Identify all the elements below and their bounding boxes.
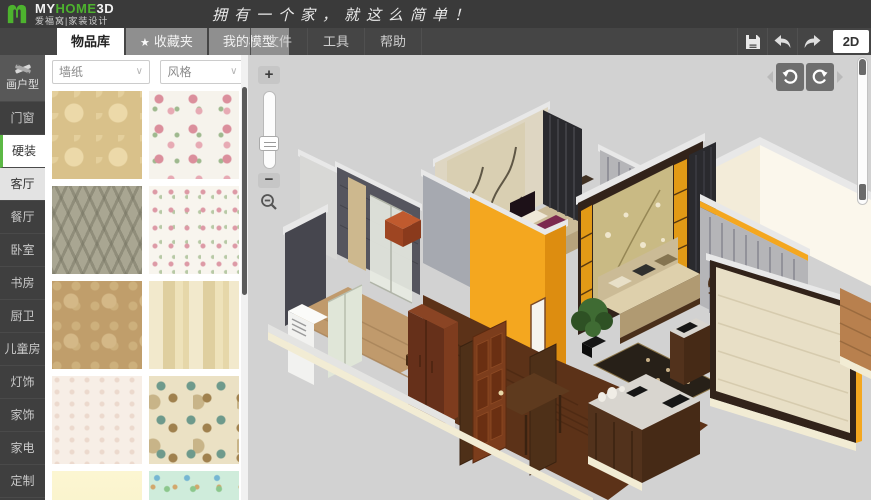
tab-item-library[interactable]: 物品库 bbox=[57, 28, 124, 55]
zoom-slider-track[interactable] bbox=[263, 91, 276, 169]
sidebar-item-书房[interactable]: 书房 bbox=[0, 267, 45, 300]
sidebar-item-定制[interactable]: 定制 bbox=[0, 465, 45, 498]
pan-right-arrow[interactable] bbox=[837, 71, 843, 83]
sidebar-item-label: 餐厅 bbox=[10, 210, 34, 224]
top-bar: MYHOME3D 爱福窝|家装设计 拥有一个家，就这么简单！ bbox=[0, 0, 871, 28]
sidebar-item-label: 家电 bbox=[10, 441, 34, 455]
redo-icon bbox=[804, 35, 821, 49]
sidebar-item-label: 儿童房 bbox=[4, 342, 40, 356]
sidebar-item-label: 卧室 bbox=[10, 243, 34, 257]
sidebar-item-硬装[interactable]: 硬装 bbox=[0, 135, 45, 168]
sidebar-item-label: 画户型 bbox=[6, 79, 39, 91]
draw-tools-icon bbox=[14, 61, 32, 77]
zoom-in-button[interactable]: + bbox=[258, 66, 280, 84]
save-icon bbox=[745, 34, 761, 50]
rotate-ccw-icon bbox=[781, 68, 799, 86]
menu-tools[interactable]: 工具 bbox=[308, 28, 365, 55]
sidebar-item-客厅[interactable]: 客厅 bbox=[0, 168, 45, 201]
menu-help[interactable]: 帮助 bbox=[365, 28, 422, 55]
sidebar-item-label: 书房 bbox=[10, 276, 34, 290]
viewport-3d[interactable]: + − bbox=[248, 55, 871, 500]
sidebar-item-厨卫[interactable]: 厨卫 bbox=[0, 300, 45, 333]
sidebar-item-家电[interactable]: 家电 bbox=[0, 432, 45, 465]
menu-items: 文件 工具 帮助 bbox=[250, 28, 422, 55]
chevron-down-icon: ∨ bbox=[230, 61, 237, 83]
zoom-lens-button[interactable] bbox=[258, 192, 280, 212]
star-icon: ★ bbox=[140, 37, 150, 49]
myhome3d-app: MYHOME3D 爱福窝|家装设计 拥有一个家，就这么简单！ 物品库 ★收藏夹 … bbox=[0, 0, 871, 500]
sidebar-item-label: 硬装 bbox=[12, 144, 36, 158]
menu-bar: 物品库 ★收藏夹 我的模型 文件 工具 帮助 bbox=[0, 28, 871, 55]
wallpaper-swatch-beige-damask[interactable] bbox=[52, 91, 142, 179]
sidebar-item-餐厅[interactable]: 餐厅 bbox=[0, 201, 45, 234]
zoom-controls: + − bbox=[258, 66, 288, 212]
slogan-text: 拥有一个家，就这么简单！ bbox=[212, 0, 476, 28]
filter-bar: 墙纸∨ 风格∨ bbox=[45, 55, 248, 89]
tilt-slider-thumb[interactable] bbox=[859, 184, 866, 200]
tilt-slider-top-cap[interactable] bbox=[859, 59, 866, 75]
brand-logo[interactable]: MYHOME3D 爱福窝|家装设计 bbox=[6, 3, 114, 27]
toolbar-actions: 2D bbox=[737, 28, 871, 55]
panel-scrollbar-thumb[interactable] bbox=[242, 87, 247, 295]
zoom-out-button[interactable]: − bbox=[258, 173, 280, 188]
brand-subtitle: 爱福窝|家装设计 bbox=[35, 16, 114, 27]
sidebar-item-家饰[interactable]: 家饰 bbox=[0, 399, 45, 432]
wallpaper-swatch-mint-letters[interactable] bbox=[149, 471, 239, 500]
wallpaper-swatch-pink-floral-dots[interactable] bbox=[149, 186, 239, 274]
sidebar-item-label: 门窗 bbox=[10, 111, 34, 125]
sidebar: 画户型门窗硬装客厅餐厅卧室书房厨卫儿童房灯饰家饰家电定制 bbox=[0, 55, 45, 500]
undo-icon bbox=[774, 35, 791, 49]
pan-left-arrow[interactable] bbox=[767, 71, 773, 83]
brand-name: MYHOME3D bbox=[35, 3, 114, 14]
sidebar-item-label: 家饰 bbox=[10, 408, 34, 422]
style-select[interactable]: 风格∨ bbox=[160, 60, 244, 84]
sidebar-item-label: 客厅 bbox=[10, 177, 34, 191]
sidebar-item-灯饰[interactable]: 灯饰 bbox=[0, 366, 45, 399]
library-panel: 墙纸∨ 风格∨ bbox=[45, 55, 248, 500]
tilt-slider[interactable] bbox=[857, 57, 868, 205]
myhome3d-logo-icon bbox=[6, 3, 28, 25]
wallpaper-swatch-teal-floral[interactable] bbox=[149, 376, 239, 464]
chevron-down-icon: ∨ bbox=[136, 61, 143, 83]
wallpaper-swatch-pale-yellow[interactable] bbox=[52, 471, 142, 500]
undo-button[interactable] bbox=[767, 28, 797, 55]
menu-file[interactable]: 文件 bbox=[250, 28, 308, 55]
sidebar-item-儿童房[interactable]: 儿童房 bbox=[0, 333, 45, 366]
rotate-controls bbox=[767, 63, 843, 91]
rotate-ccw-button[interactable] bbox=[776, 63, 804, 91]
sidebar-item-label: 定制 bbox=[10, 474, 34, 488]
wallpaper-swatch-grid bbox=[45, 89, 248, 500]
wallpaper-swatch-pale-pink-texture[interactable] bbox=[52, 376, 142, 464]
wallpaper-swatch-tan-damask[interactable] bbox=[52, 281, 142, 369]
sidebar-item-画户型[interactable]: 画户型 bbox=[0, 55, 45, 102]
wallpaper-category-select[interactable]: 墙纸∨ bbox=[52, 60, 150, 84]
rotate-cw-icon bbox=[811, 68, 829, 86]
save-button[interactable] bbox=[737, 28, 767, 55]
zoom-slider-handle[interactable] bbox=[259, 136, 279, 151]
tab-favorites[interactable]: ★收藏夹 bbox=[126, 28, 207, 55]
sidebar-item-label: 厨卫 bbox=[10, 309, 34, 323]
wallpaper-swatch-pink-rose[interactable] bbox=[149, 91, 239, 179]
view-2d-toggle[interactable]: 2D bbox=[833, 30, 869, 53]
sidebar-item-卧室[interactable]: 卧室 bbox=[0, 234, 45, 267]
sidebar-item-label: 灯饰 bbox=[10, 375, 34, 389]
zoom-lens-icon bbox=[260, 193, 278, 211]
redo-button[interactable] bbox=[797, 28, 827, 55]
panel-scrollbar[interactable] bbox=[241, 55, 248, 500]
sidebar-item-门窗[interactable]: 门窗 bbox=[0, 102, 45, 135]
wallpaper-swatch-gray-ogee[interactable] bbox=[52, 186, 142, 274]
scene-balcony-floor bbox=[840, 288, 871, 379]
floorplan-3d-view[interactable] bbox=[248, 55, 871, 500]
rotate-cw-button[interactable] bbox=[806, 63, 834, 91]
wallpaper-swatch-cream-stripes[interactable] bbox=[149, 281, 239, 369]
